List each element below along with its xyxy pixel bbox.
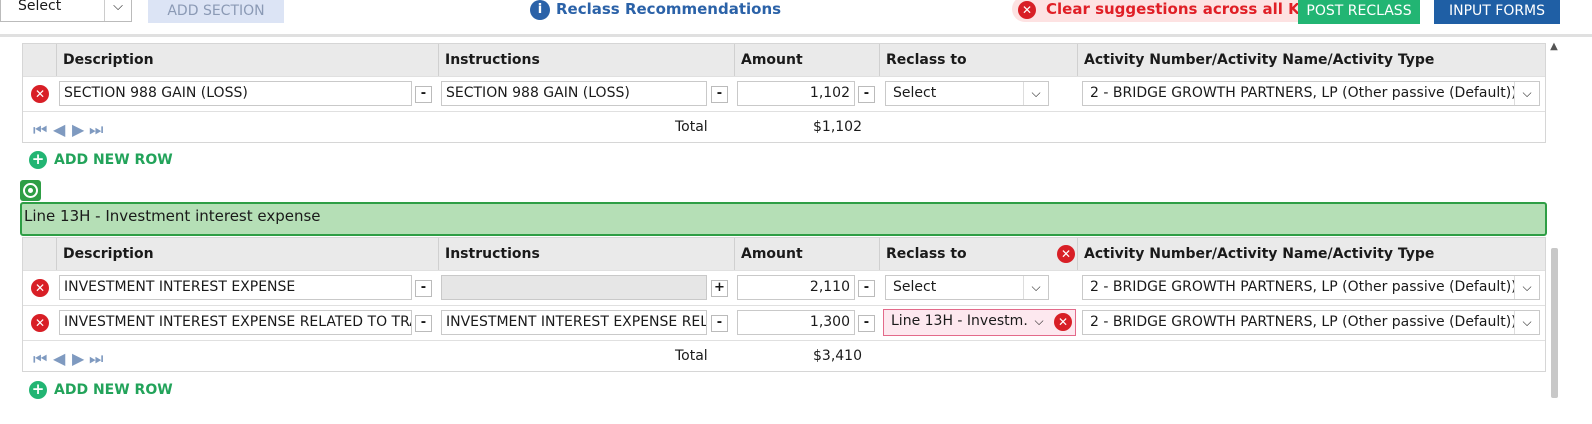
- add-new-row-button[interactable]: + ADD NEW ROW: [29, 150, 173, 170]
- reclass-to-value: Select: [893, 85, 937, 101]
- column-header-amount: Amount: [734, 44, 879, 76]
- delete-row-icon[interactable]: ✕: [31, 314, 49, 332]
- next-page-icon[interactable]: ▶: [72, 349, 84, 368]
- grid-header: Description Instructions Amount Reclass …: [23, 238, 1545, 270]
- table-row: ✕ INVESTMENT INTEREST EXPENSE RELATED TO…: [23, 305, 1545, 340]
- close-icon: ✕: [1018, 0, 1036, 19]
- column-header-reclass-to: Reclass to: [879, 238, 1077, 270]
- first-page-icon[interactable]: ⏮: [33, 120, 47, 140]
- previous-page-icon[interactable]: ◀: [53, 349, 65, 368]
- reclass-recommendations-link[interactable]: i Reclass Recommendations: [530, 0, 781, 21]
- description-input[interactable]: INVESTMENT INTEREST EXPENSE RELATED TO T…: [59, 310, 412, 335]
- chevron-down-icon[interactable]: ⌵: [104, 0, 131, 21]
- table-row: ✕ SECTION 988 GAIN (LOSS) - SECTION 988 …: [23, 76, 1545, 111]
- target-icon[interactable]: [20, 180, 41, 201]
- column-header-description: Description: [56, 238, 438, 270]
- plus-icon: +: [29, 381, 47, 399]
- total-label: Total: [675, 348, 708, 364]
- section-select-value: Select: [18, 0, 62, 14]
- column-header-description: Description: [56, 44, 438, 76]
- last-page-icon[interactable]: ⏭: [89, 120, 103, 140]
- collapse-button[interactable]: -: [858, 86, 875, 103]
- reclass-grid-section-1: Description Instructions Amount Reclass …: [22, 43, 1546, 143]
- plus-icon: +: [29, 151, 47, 169]
- activity-value: 2 - BRIDGE GROWTH PARTNERS, LP (Other pa…: [1090, 314, 1517, 330]
- collapse-button[interactable]: -: [711, 315, 728, 332]
- reclass-grid-section-2: Description Instructions Amount Reclass …: [22, 237, 1546, 372]
- reclass-recommendations-label: Reclass Recommendations: [556, 0, 782, 18]
- activity-dropdown[interactable]: 2 - BRIDGE GROWTH PARTNERS, LP (Other pa…: [1082, 310, 1540, 335]
- instructions-input[interactable]: SECTION 988 GAIN (LOSS): [441, 81, 707, 106]
- next-page-icon[interactable]: ▶: [72, 120, 84, 139]
- description-input[interactable]: SECTION 988 GAIN (LOSS): [59, 81, 412, 106]
- clear-suggestions-button[interactable]: ✕ Clear suggestions across all K-1s: [1012, 0, 1341, 22]
- description-input[interactable]: INVESTMENT INTEREST EXPENSE: [59, 275, 412, 300]
- top-toolbar: Select ⌵ ADD SECTION i Reclass Recommenda…: [0, 0, 1592, 37]
- total-value: $1,102: [813, 119, 862, 135]
- activity-dropdown[interactable]: 2 - BRIDGE GROWTH PARTNERS, LP (Other pa…: [1082, 81, 1540, 106]
- column-header-instructions: Instructions: [438, 238, 734, 270]
- clear-reclass-icon[interactable]: ✕: [1054, 313, 1072, 331]
- chevron-down-icon[interactable]: ⌵: [1023, 276, 1048, 299]
- amount-input[interactable]: 1,300: [737, 310, 855, 335]
- total-label: Total: [675, 119, 708, 135]
- input-forms-button[interactable]: INPUT FORMS: [1434, 0, 1560, 24]
- chevron-down-icon[interactable]: ⌵: [1023, 82, 1048, 105]
- chevron-down-icon[interactable]: ⌵: [1514, 82, 1539, 105]
- scroll-thumb[interactable]: [1551, 248, 1558, 398]
- amount-input[interactable]: 1,102: [737, 81, 855, 106]
- section-select[interactable]: Select ⌵: [0, 0, 132, 22]
- collapse-button[interactable]: -: [415, 86, 432, 103]
- scroll-up-icon[interactable]: ▲: [1547, 40, 1561, 54]
- clear-reclass-column-icon[interactable]: ✕: [1057, 245, 1075, 263]
- column-header-instructions: Instructions: [438, 44, 734, 76]
- reclass-to-dropdown[interactable]: Select ⌵: [885, 275, 1049, 300]
- instructions-input[interactable]: INVESTMENT INTEREST EXPENSE RELATED T: [441, 310, 707, 335]
- previous-page-icon[interactable]: ◀: [53, 120, 65, 139]
- grid-pager: ⏮ ◀ ▶ ⏭ Total $3,410: [23, 340, 1545, 374]
- reclass-to-value: Line 13H - Investm…: [891, 313, 1038, 329]
- last-page-icon[interactable]: ⏭: [89, 349, 103, 369]
- reclass-to-value: Select: [893, 279, 937, 295]
- add-new-row-label: ADD NEW ROW: [54, 152, 173, 168]
- column-header-reclass-to: Reclass to: [879, 44, 1077, 76]
- reclass-to-dropdown[interactable]: Select ⌵: [885, 81, 1049, 106]
- amount-input[interactable]: 2,110: [737, 275, 855, 300]
- section-header: Line 13H - Investment interest expense: [20, 202, 1547, 236]
- activity-value: 2 - BRIDGE GROWTH PARTNERS, LP (Other pa…: [1090, 85, 1517, 101]
- chevron-down-icon[interactable]: ⌵: [1514, 276, 1539, 299]
- delete-row-icon[interactable]: ✕: [31, 279, 49, 297]
- add-section-button[interactable]: ADD SECTION: [148, 0, 284, 23]
- info-icon: i: [530, 0, 550, 20]
- first-page-icon[interactable]: ⏮: [33, 349, 47, 369]
- activity-value: 2 - BRIDGE GROWTH PARTNERS, LP (Other pa…: [1090, 279, 1517, 295]
- grid-header: Description Instructions Amount Reclass …: [23, 44, 1545, 76]
- collapse-button[interactable]: -: [711, 86, 728, 103]
- table-row: ✕ INVESTMENT INTEREST EXPENSE - + 2,110 …: [23, 270, 1545, 305]
- post-reclass-button[interactable]: POST RECLASS: [1298, 0, 1420, 24]
- collapse-button[interactable]: -: [858, 315, 875, 332]
- collapse-button[interactable]: -: [415, 315, 432, 332]
- add-new-row-label: ADD NEW ROW: [54, 382, 173, 398]
- vertical-scrollbar[interactable]: ▲: [1547, 40, 1561, 424]
- activity-dropdown[interactable]: 2 - BRIDGE GROWTH PARTNERS, LP (Other pa…: [1082, 275, 1540, 300]
- column-header-activity: Activity Number/Activity Name/Activity T…: [1077, 44, 1547, 76]
- collapse-button[interactable]: -: [858, 280, 875, 297]
- column-header-amount: Amount: [734, 238, 879, 270]
- instructions-input[interactable]: [441, 275, 707, 300]
- chevron-down-icon[interactable]: ⌵: [1027, 310, 1051, 333]
- clear-suggestions-label: Clear suggestions across all K-1s: [1046, 0, 1325, 18]
- grid-pager: ⏮ ◀ ▶ ⏭ Total $1,102: [23, 111, 1545, 145]
- column-header-activity: Activity Number/Activity Name/Activity T…: [1077, 238, 1547, 270]
- chevron-down-icon[interactable]: ⌵: [1514, 311, 1539, 334]
- collapse-button[interactable]: -: [415, 280, 432, 297]
- delete-row-icon[interactable]: ✕: [31, 85, 49, 103]
- expand-button[interactable]: +: [711, 280, 728, 297]
- add-new-row-button[interactable]: + ADD NEW ROW: [29, 380, 173, 400]
- reclass-to-dropdown[interactable]: Line 13H - Investm… ⌵ ✕: [883, 309, 1076, 336]
- total-value: $3,410: [813, 348, 862, 364]
